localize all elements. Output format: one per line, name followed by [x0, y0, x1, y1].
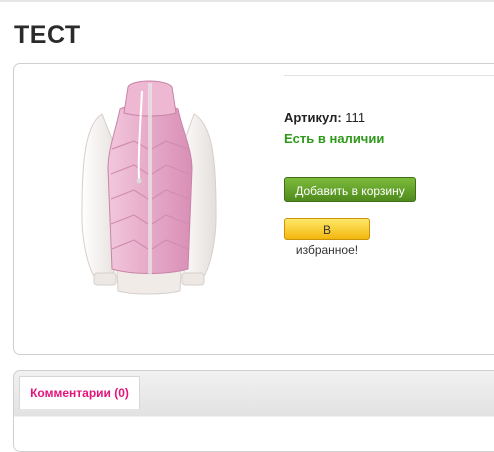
top-divider: [0, 0, 494, 2]
add-to-favorites-button[interactable]: В избранное!: [284, 218, 370, 257]
sku-value: 111: [345, 110, 366, 125]
jacket-illustration: [81, 80, 217, 295]
info-divider: [284, 75, 494, 76]
tab-comments[interactable]: Комментарии (0): [19, 376, 140, 409]
page-title: ТЕСТ: [14, 21, 81, 49]
stock-status: Есть в наличии: [284, 131, 385, 146]
add-to-cart-button[interactable]: Добавить в корзину: [284, 177, 416, 202]
product-image[interactable]: [22, 69, 270, 317]
sku-label: Артикул:: [284, 110, 342, 125]
sku-line: Артикул: 111: [284, 110, 365, 125]
